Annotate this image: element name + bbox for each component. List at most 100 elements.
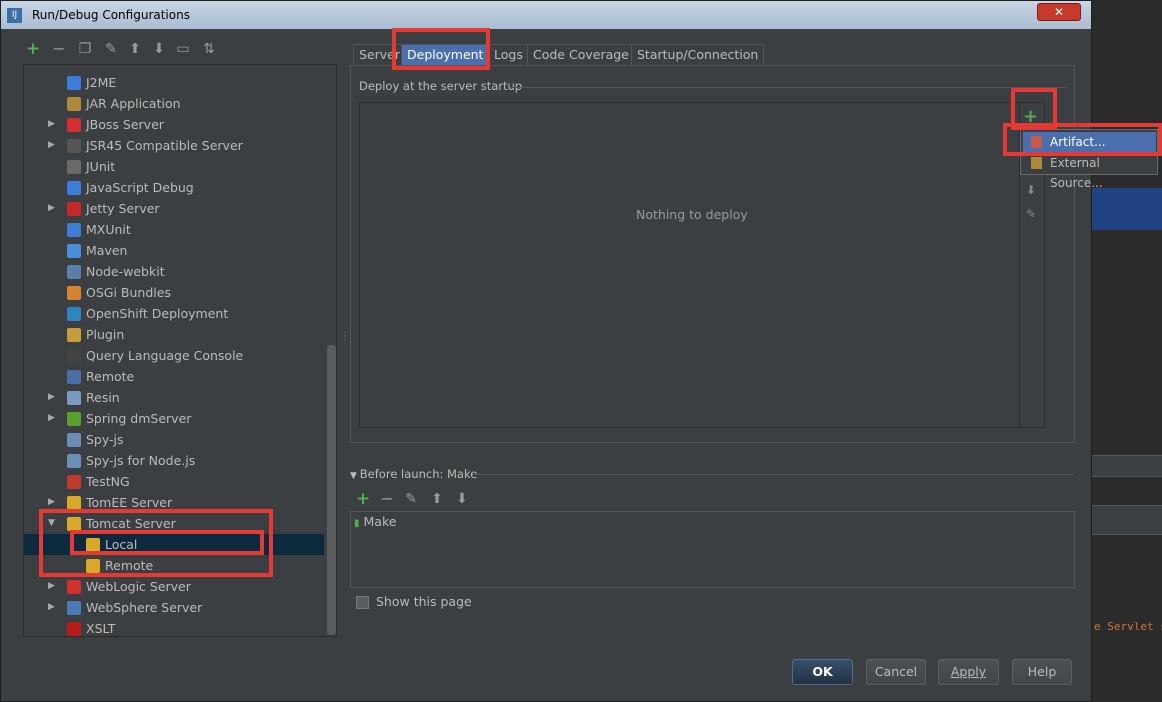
junit-icon: [67, 160, 81, 174]
tree-item[interactable]: JavaScript Debug: [24, 177, 324, 198]
tree-item[interactable]: Node-webkit: [24, 261, 324, 282]
before-launch-header[interactable]: ▼ Before launch: Make: [350, 467, 477, 481]
websphere-icon: [67, 601, 81, 615]
cancel-button[interactable]: Cancel: [866, 659, 926, 685]
tree-item-label: Maven: [86, 243, 128, 258]
deploy-section-label: Deploy at the server startup: [359, 79, 523, 93]
tree-item-label: Remote: [86, 369, 135, 384]
edit-icon[interactable]: ✎: [401, 489, 421, 509]
tree-item[interactable]: MXUnit: [24, 219, 324, 240]
testng-icon: [67, 475, 81, 489]
background-ide: e Servlet s: [1090, 0, 1162, 702]
tree-item[interactable]: Remote: [24, 366, 324, 387]
copy-icon[interactable]: ❐: [75, 39, 95, 59]
mxunit-icon: [67, 223, 81, 237]
tree-item[interactable]: JAR Application: [24, 93, 324, 114]
expand-arrow-icon[interactable]: ▶: [48, 576, 55, 597]
tree-item[interactable]: ▶ WebLogic Server: [24, 576, 324, 597]
jetty-icon: [67, 202, 81, 216]
before-launch-item-make[interactable]: ▮ Make: [354, 514, 396, 529]
tree-item-label: XSLT: [86, 621, 116, 636]
tree-item[interactable]: ▶ WebSphere Server: [24, 597, 324, 618]
tree-item-label: J2ME: [86, 75, 117, 90]
tree-item-label: Spring dmServer: [86, 411, 192, 426]
tree-item[interactable]: XSLT: [24, 618, 324, 636]
expand-arrow-icon[interactable]: ▶: [48, 198, 55, 219]
move-down-icon[interactable]: ⬇: [1026, 183, 1036, 197]
tree-item[interactable]: ▶ JSR45 Compatible Server: [24, 135, 324, 156]
expand-arrow-icon[interactable]: ▶: [48, 597, 55, 618]
tree-item-label: Jetty Server: [86, 201, 160, 216]
background-bar: [1090, 455, 1162, 477]
background-bar: [1090, 505, 1162, 535]
ok-button[interactable]: OK: [792, 659, 853, 685]
tomee-icon: [67, 496, 81, 510]
annotation-box-local: [70, 530, 264, 555]
tree-item[interactable]: OpenShift Deployment: [24, 303, 324, 324]
tree-item-label: JAR Application: [86, 96, 181, 111]
deploy-list[interactable]: [359, 102, 1045, 428]
tree-item[interactable]: ▶ Jetty Server: [24, 198, 324, 219]
expand-arrow-icon[interactable]: ▶: [48, 387, 55, 408]
tree-item[interactable]: ▶ Spring dmServer: [24, 408, 324, 429]
expand-arrow-icon[interactable]: ▶: [48, 135, 55, 156]
move-up-icon[interactable]: ⬆: [125, 39, 145, 59]
osgi-icon: [67, 286, 81, 300]
tree-item-label: Spy-js for Node.js: [86, 453, 196, 468]
tree-item[interactable]: ▶ JBoss Server: [24, 114, 324, 135]
plugin-icon: [67, 328, 81, 342]
menu-item-external-source[interactable]: External Source...: [1023, 153, 1156, 190]
annotation-box-artifact: [1003, 123, 1162, 156]
tree-item[interactable]: Maven: [24, 240, 324, 261]
background-selection: [1090, 188, 1162, 230]
checkbox[interactable]: [356, 596, 369, 609]
edit-icon[interactable]: ✎: [1026, 207, 1036, 221]
jboss-icon: [67, 118, 81, 132]
tab-startup-connection[interactable]: Startup/Connection: [631, 44, 765, 66]
tab-logs[interactable]: Logs: [488, 44, 529, 66]
make-icon: ▮: [354, 518, 360, 529]
tree-item-label: Plugin: [86, 327, 125, 342]
tree-item[interactable]: J2ME: [24, 72, 324, 93]
before-launch-list: [350, 511, 1075, 588]
move-up-icon[interactable]: ⬆: [427, 489, 447, 509]
tree-item[interactable]: Query Language Console: [24, 345, 324, 366]
tree-item-label: WebSphere Server: [86, 600, 203, 615]
tree-scrollbar[interactable]: [327, 345, 336, 635]
spring-icon: [67, 412, 81, 426]
tab-code-coverage[interactable]: Code Coverage: [527, 44, 635, 66]
ql-console-icon: [67, 349, 81, 363]
annotation-box-deployment-tab: [392, 28, 490, 70]
expand-arrow-icon[interactable]: ▶: [48, 408, 55, 429]
tree-item-label: OpenShift Deployment: [86, 306, 229, 321]
tree-item[interactable]: TestNG: [24, 471, 324, 492]
window-title: Run/Debug Configurations: [32, 8, 190, 22]
apply-button[interactable]: Apply: [938, 659, 999, 685]
tree-item[interactable]: Spy-js: [24, 429, 324, 450]
empty-list-text: Nothing to deploy: [636, 207, 748, 222]
move-down-icon[interactable]: ⬇: [452, 489, 472, 509]
remove-icon[interactable]: −: [377, 489, 397, 509]
tree-item[interactable]: OSGi Bundles: [24, 282, 324, 303]
close-button[interactable]: ✕: [1037, 3, 1081, 21]
resin-icon: [67, 391, 81, 405]
tree-item[interactable]: JUnit: [24, 156, 324, 177]
sort-icon[interactable]: ⇅: [199, 39, 219, 59]
tree-item[interactable]: Plugin: [24, 324, 324, 345]
splitter-handle[interactable]: ⋮: [340, 331, 350, 347]
tree-item[interactable]: Spy-js for Node.js: [24, 450, 324, 471]
maven-icon: [67, 244, 81, 258]
tree-item[interactable]: ▶ Resin: [24, 387, 324, 408]
tree-item-label: WebLogic Server: [86, 579, 191, 594]
section-divider: [511, 87, 1066, 88]
folder-icon[interactable]: ▭: [173, 39, 193, 59]
move-down-icon[interactable]: ⬇: [149, 39, 169, 59]
help-button[interactable]: Help: [1012, 659, 1072, 685]
edit-defaults-icon[interactable]: ✎: [101, 39, 121, 59]
remove-icon[interactable]: −: [49, 39, 69, 59]
expand-arrow-icon[interactable]: ▶: [48, 114, 55, 135]
jar-icon: [67, 97, 81, 111]
tree-item-label: OSGi Bundles: [86, 285, 171, 300]
add-icon[interactable]: +: [353, 489, 373, 509]
add-icon[interactable]: +: [23, 39, 43, 59]
